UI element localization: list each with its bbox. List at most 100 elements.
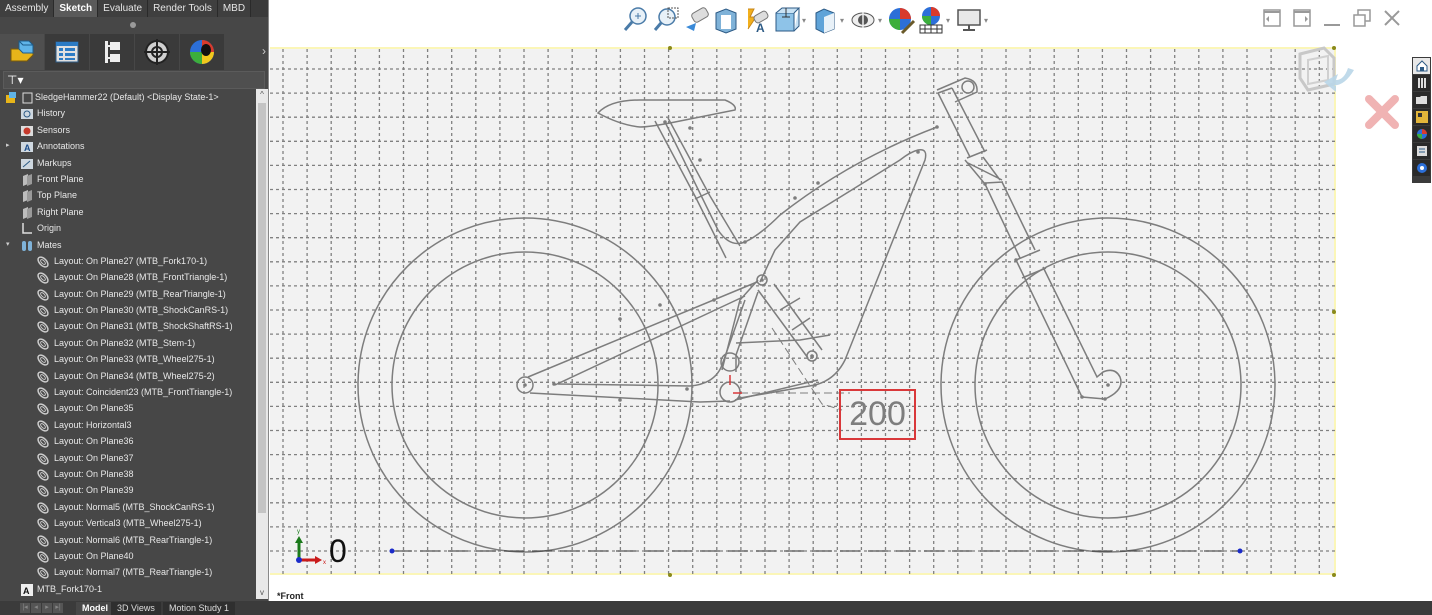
close-button[interactable] (1382, 8, 1402, 28)
last-tab-icon[interactable]: ▸| (53, 603, 63, 613)
tree-item[interactable]: Front Plane (0, 171, 256, 187)
first-tab-icon[interactable]: |◂ (20, 603, 30, 613)
tree-item[interactable]: Layout: On Plane38 (0, 466, 256, 482)
tree-item[interactable]: Sensors (0, 122, 256, 138)
shock-body[interactable] (757, 283, 823, 359)
sketch-point[interactable] (523, 383, 527, 387)
dimension-value[interactable]: 200 (841, 395, 914, 434)
edit-appearance-button[interactable] (886, 5, 916, 35)
tab-evaluate[interactable]: Evaluate (98, 0, 149, 17)
tree-filter-bar[interactable]: ⊤▾ (3, 71, 265, 89)
tree-root-assembly[interactable]: SledgeHammer22 (Default) <Display State-… (0, 89, 256, 105)
prev-tab-icon[interactable]: ◂ (31, 603, 41, 613)
tree-item[interactable]: Layout: On Plane33 (MTB_Wheel275-1) (0, 351, 256, 367)
solidworks-forum-tab[interactable] (1413, 160, 1430, 176)
sketch-point[interactable] (738, 396, 742, 400)
sketch-point[interactable] (1106, 383, 1110, 387)
appearances-tab[interactable] (1413, 126, 1430, 142)
top-tube[interactable] (664, 121, 938, 245)
hide-show-items-button[interactable] (848, 5, 878, 35)
sketch-point[interactable] (760, 278, 764, 282)
scroll-down-arrow-icon[interactable]: v (256, 587, 268, 599)
dimxpertmanager-tab[interactable] (135, 34, 179, 70)
tree-item[interactable]: Layout: Horizontal3 (0, 417, 256, 433)
tab-assembly[interactable]: Assembly (0, 0, 55, 17)
dimension-200-box[interactable]: 200 (839, 389, 916, 440)
sketch-point[interactable] (712, 298, 716, 302)
sketch-point[interactable] (1014, 258, 1018, 262)
tree-item[interactable]: Layout: Normal7 (MTB_RearTriangle-1) (0, 564, 256, 580)
seat-tube[interactable] (695, 195, 741, 259)
zoom-to-area-button[interactable] (652, 5, 682, 35)
sketch-point[interactable] (663, 120, 667, 124)
down-tube-lower[interactable] (734, 379, 819, 401)
down-tube[interactable] (739, 148, 927, 399)
tree-item[interactable]: ▾ Mates (0, 237, 256, 253)
bottom-tab-motion-study-1[interactable]: Motion Study 1 (163, 602, 236, 615)
tree-item[interactable]: Layout: On Plane36 (0, 433, 256, 449)
fork-stanchion[interactable] (984, 181, 1036, 259)
sketch-point[interactable] (1080, 395, 1084, 399)
tree-item[interactable]: History (0, 105, 256, 121)
tree-item[interactable]: Layout: Normal5 (MTB_ShockCanRS-1) (0, 499, 256, 515)
tree-item[interactable]: A MTB_Fork170-1 (0, 581, 256, 597)
featuremanager-tab[interactable] (0, 34, 44, 70)
sketch-point[interactable] (935, 125, 939, 129)
sketch-point[interactable] (618, 398, 622, 402)
tree-item[interactable]: Origin (0, 220, 256, 236)
sketch-point[interactable] (618, 317, 622, 321)
tree-item[interactable]: Layout: On Plane40 (0, 548, 256, 564)
dynamic-annotation-views-button[interactable]: A (742, 5, 772, 35)
next-tab-icon[interactable]: ▸ (42, 603, 52, 613)
exit-sketch-button[interactable] (1294, 44, 1364, 102)
fork-lower[interactable] (1015, 249, 1122, 400)
minimize-button[interactable] (1322, 8, 1342, 28)
saddle[interactable] (596, 99, 737, 128)
tree-item[interactable]: Layout: On Plane37 (0, 450, 256, 466)
scroll-up-arrow-icon[interactable]: ^ (256, 89, 268, 101)
tree-item[interactable]: Layout: On Plane31 (MTB_ShockShaftRS-1) (0, 318, 256, 334)
scroll-thumb[interactable] (258, 103, 266, 513)
sketch-point[interactable] (816, 181, 820, 185)
tree-item[interactable]: Layout: On Plane28 (MTB_FrontTriangle-1) (0, 269, 256, 285)
sketch-endpoint[interactable] (1237, 548, 1243, 554)
sketch-point[interactable] (813, 383, 817, 387)
tab-sketch[interactable]: Sketch (54, 0, 99, 17)
file-explorer-tab[interactable] (1413, 92, 1430, 108)
sketch-point[interactable] (658, 303, 662, 307)
view-palette-tab[interactable] (1413, 109, 1430, 125)
view-orientation-button[interactable] (772, 5, 802, 35)
bottom-tab-model[interactable]: Model (76, 602, 114, 615)
tree-item[interactable]: Layout: Vertical3 (MTB_Wheel275-1) (0, 515, 256, 531)
sketch-point[interactable] (793, 196, 797, 200)
tree-item[interactable]: ▸ A Annotations (0, 138, 256, 154)
filter-icon[interactable]: ⊤▾ (7, 73, 23, 87)
solidworks-resources-tab[interactable] (1413, 58, 1430, 74)
previous-view-button[interactable] (682, 5, 712, 35)
bottom-tab-3d-views[interactable]: 3D Views (111, 602, 161, 615)
configurationmanager-tab[interactable] (90, 34, 134, 70)
display-style-dropdown-arrow-icon[interactable]: ▾ (840, 16, 848, 25)
tree-item[interactable]: Layout: On Plane39 (0, 482, 256, 498)
view-settings-dropdown-arrow-icon[interactable]: ▾ (984, 16, 992, 25)
sketch-point[interactable] (743, 240, 747, 244)
apply-scene-button[interactable] (916, 5, 946, 35)
sketch-point[interactable] (810, 354, 814, 358)
tree-item[interactable]: Right Plane (0, 204, 256, 220)
tree-item[interactable]: Layout: On Plane32 (MTB_Stem-1) (0, 335, 256, 351)
sketch-point[interactable] (983, 182, 987, 186)
tab-render-tools[interactable]: Render Tools (148, 0, 218, 17)
restore-button[interactable] (1352, 8, 1372, 28)
sketch-point[interactable] (698, 158, 702, 162)
tree-item[interactable]: Layout: On Plane34 (MTB_Wheel275-2) (0, 368, 256, 384)
tree-item[interactable]: Layout: Coincident23 (MTB_FrontTriangle-… (0, 384, 256, 400)
panel-splitter-handle[interactable] (130, 22, 136, 28)
tree-item[interactable]: Layout: On Plane29 (MTB_RearTriangle-1) (0, 286, 256, 302)
fork-upper[interactable] (964, 156, 1004, 185)
tree-item[interactable]: Layout: On Plane35 (0, 400, 256, 416)
view-settings-button[interactable] (954, 5, 984, 35)
sketch-point[interactable] (1103, 397, 1107, 401)
expanded-arrow-icon[interactable]: ▾ (6, 237, 14, 253)
propertymanager-tab[interactable] (45, 34, 89, 70)
tree-item[interactable]: Top Plane (0, 187, 256, 203)
